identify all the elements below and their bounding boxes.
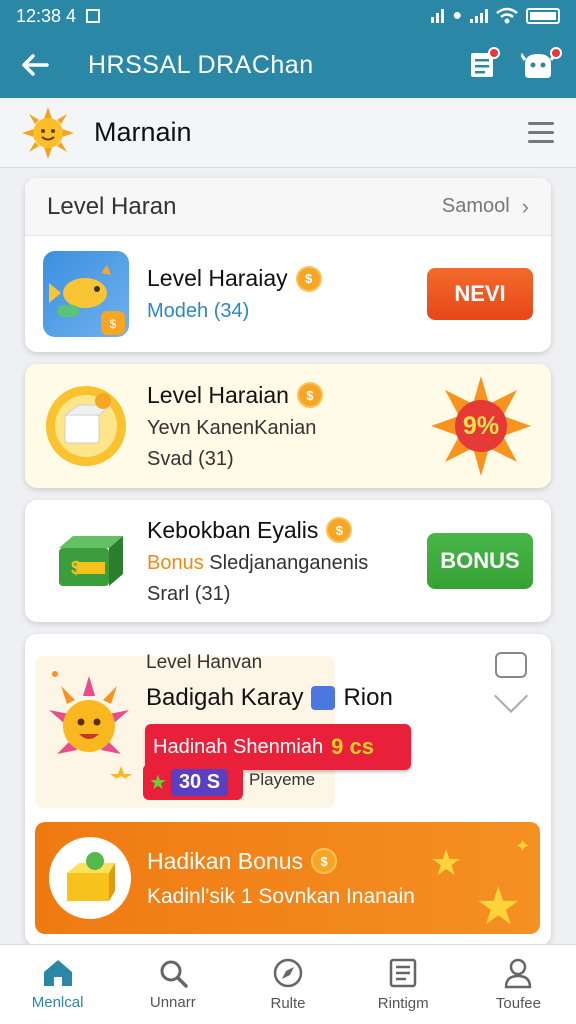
search-icon <box>160 960 188 988</box>
back-button[interactable] <box>0 53 70 77</box>
app-title: HRSSAL DRAChan <box>88 50 314 79</box>
box-icon <box>43 383 129 469</box>
chevron-right-icon: › <box>521 193 529 219</box>
nav-label: Rulte <box>270 995 306 1012</box>
banner-badge: 9 cs <box>331 734 374 759</box>
section-header: Level Haran Samool › <box>25 178 551 236</box>
menu-button[interactable] <box>528 122 554 143</box>
item-subtitle-line: Bonus Sledjananganenis <box>147 552 427 575</box>
feature-kicker: Level Hanvan <box>146 652 263 673</box>
score-chip-note: Playeme <box>249 770 316 789</box>
item-subtitle: Yevn KanenKanian <box>147 416 317 439</box>
chevron-down-icon[interactable] <box>494 679 528 713</box>
tag-icon <box>311 686 336 710</box>
list-item[interactable]: $ Kebokban Eyalis $ Bonus Sledjananganeni… <box>25 500 551 622</box>
status-indicators: ● <box>431 7 560 25</box>
item-title: Level Haraiay <box>147 265 288 291</box>
money-box-icon: $ <box>43 518 129 604</box>
subheader: Marnain <box>0 98 576 168</box>
nav-label: Unnarr <box>149 994 196 1011</box>
new-button[interactable]: NEVI <box>427 268 533 320</box>
see-all-link[interactable]: Samool <box>442 195 510 218</box>
bottom-nav: Menlcal Unnarr Rulte Rintigm Toufee <box>0 944 576 1024</box>
nav-search[interactable]: Unnarr <box>115 945 230 1024</box>
level-section-card: Level Haran Samool › $ Level Haraiay $ Mo… <box>25 178 551 352</box>
item-title: Level Haraian <box>147 381 289 408</box>
nav-label: Toufee <box>495 995 541 1012</box>
nav-list[interactable]: Rintigm <box>346 945 461 1024</box>
feature-title: Badigah Karay <box>146 684 304 711</box>
promo-banner[interactable]: Hadikan Bonus $ Kadinl'sik 1 Sovnkan Ina… <box>35 822 540 934</box>
star-decoration-icon: ✦ <box>515 836 531 856</box>
profile-button[interactable] <box>510 45 566 85</box>
svg-text:$: $ <box>71 558 81 578</box>
nav-label: Menlcal <box>31 994 84 1011</box>
page-title: Marnain <box>94 117 192 147</box>
signal-bars-icon <box>470 9 488 23</box>
location-icon: ● <box>452 7 462 24</box>
svg-text:$: $ <box>110 317 117 331</box>
notification-dot <box>488 47 500 59</box>
feature-title-row: Badigah Karay Rion <box>146 684 393 712</box>
star-decoration-icon: ★ <box>475 878 522 934</box>
coin-icon: $ <box>296 382 323 408</box>
wifi-icon <box>496 7 518 24</box>
bonus-button[interactable]: BONUS <box>427 533 533 589</box>
inbox-button[interactable] <box>454 45 510 85</box>
coin-icon: $ <box>311 848 337 874</box>
fish-game-icon: $ <box>43 251 129 337</box>
star-icon: ★ <box>149 771 167 794</box>
compass-icon <box>273 958 303 988</box>
list-item[interactable]: Level Haraian $ Yevn KanenKanian Svad (31… <box>25 364 551 488</box>
item-subtitle-accent: Bonus <box>147 551 204 574</box>
sun-logo <box>22 106 74 159</box>
promo-title: Hadikan Bonus <box>147 847 303 874</box>
score-chip-value: 30 S <box>170 768 229 796</box>
item-subtitle: Sledjananganenis <box>209 551 369 574</box>
nav-home[interactable]: Menlcal <box>0 945 115 1024</box>
nav-explore[interactable]: Rulte <box>230 945 345 1024</box>
settings-toggle[interactable] <box>495 652 527 678</box>
feature-title-tag: Rion <box>343 684 393 711</box>
star-decoration-icon: ★ <box>430 842 463 883</box>
profile-icon <box>505 958 532 989</box>
gift-box-icon <box>49 837 131 919</box>
battery-icon <box>526 8 560 24</box>
nav-profile[interactable]: Toufee <box>461 945 576 1024</box>
section-title: Level Haran <box>47 192 177 220</box>
signal-icon <box>431 9 445 23</box>
list-icon <box>389 958 417 988</box>
home-icon <box>43 960 72 986</box>
notification-dot <box>550 47 562 59</box>
discount-badge-label: 9% <box>462 412 500 440</box>
status-time: 12:38 4 <box>16 5 77 26</box>
banner-label: Hadinah Shenmiah <box>153 735 324 758</box>
status-bar: 12:38 4 ● <box>0 0 576 32</box>
coin-icon: $ <box>326 517 353 543</box>
item-title: Kebokban Eyalis <box>147 516 319 543</box>
discount-badge: 9% <box>429 374 533 478</box>
sun-mascot <box>41 670 137 780</box>
item-subtitle: Modeh (34) <box>147 300 250 322</box>
notification-icon <box>86 9 101 23</box>
promo-subtitle: Kadinl'sik 1 Sovnkan Inanain <box>147 884 415 908</box>
list-item[interactable]: $ Level Haraiay $ Modeh (34) NEVI <box>25 236 551 352</box>
arrow-left-icon <box>22 54 49 76</box>
item-detail: Svad (31) <box>147 447 234 470</box>
nav-label: Rintigm <box>377 995 429 1012</box>
coin-icon: $ <box>295 265 322 292</box>
app-bar: HRSSAL DRAChan <box>0 32 576 98</box>
item-detail: Srarl (31) <box>147 582 231 605</box>
score-chip[interactable]: ★ 30 S <box>143 764 243 800</box>
